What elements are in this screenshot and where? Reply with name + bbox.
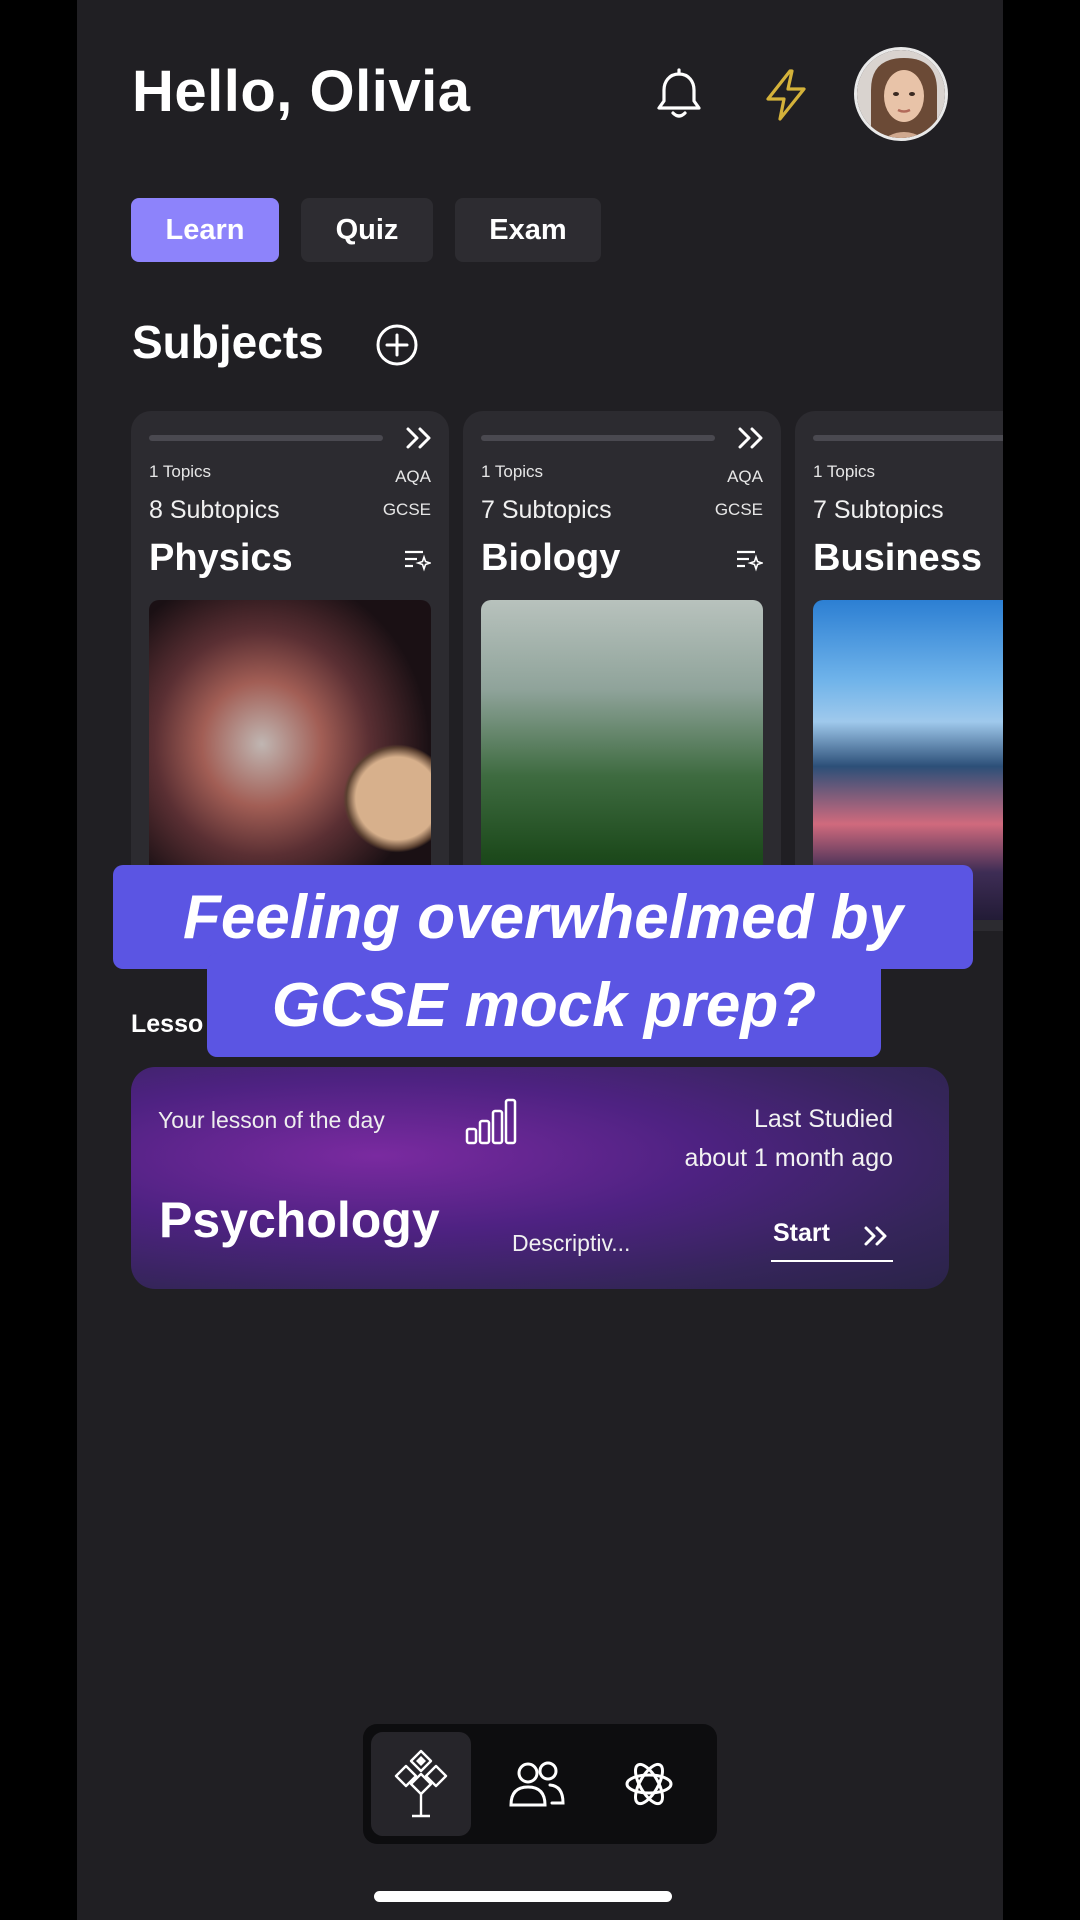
topics-count: 1 Topics bbox=[481, 462, 544, 481]
double-chevron-right-icon[interactable] bbox=[737, 425, 765, 451]
list-sparkle-icon[interactable] bbox=[735, 546, 763, 572]
add-subject-icon[interactable] bbox=[374, 322, 420, 368]
bottom-navigation bbox=[363, 1724, 717, 1844]
subject-name: Business bbox=[813, 537, 982, 579]
lesson-description: Descriptiv... bbox=[512, 1230, 631, 1256]
exam-level: GCSE bbox=[382, 500, 431, 519]
bell-icon[interactable] bbox=[654, 68, 704, 122]
difficulty-bars-icon bbox=[465, 1098, 517, 1145]
ai-knot-icon bbox=[625, 1762, 673, 1806]
double-chevron-right-icon bbox=[864, 1226, 887, 1246]
subject-name: Biology bbox=[481, 537, 621, 579]
tree-icon bbox=[394, 1749, 448, 1818]
subtopics-count: 7 Subtopics bbox=[813, 496, 944, 524]
subject-name: Physics bbox=[149, 537, 293, 579]
subtopics-count: 7 Subtopics bbox=[481, 496, 612, 524]
video-caption-overlay: Feeling overwhelmed by GCSE mock prep? bbox=[0, 865, 1080, 1057]
nav-learn[interactable] bbox=[371, 1732, 471, 1836]
list-sparkle-icon[interactable] bbox=[403, 546, 431, 572]
last-studied: Last Studied about 1 month ago bbox=[663, 1100, 894, 1178]
mode-tabs: Learn Quiz Exam bbox=[131, 198, 601, 262]
lesson-of-the-day-card[interactable]: Your lesson of the day Psychology Descri… bbox=[131, 1067, 949, 1289]
last-studied-value: about 1 month ago bbox=[684, 1144, 894, 1172]
progress-bar bbox=[481, 435, 715, 441]
people-icon bbox=[509, 1761, 565, 1807]
nav-community[interactable] bbox=[487, 1732, 587, 1836]
lesson-subtitle: Your lesson of the day bbox=[158, 1107, 385, 1133]
exam-board: AQA bbox=[395, 467, 431, 486]
tab-quiz[interactable]: Quiz bbox=[301, 198, 433, 262]
tab-exam[interactable]: Exam bbox=[455, 198, 601, 262]
caption-line-2: GCSE mock prep? bbox=[207, 953, 881, 1057]
progress-bar bbox=[149, 435, 383, 441]
subjects-heading: Subjects bbox=[132, 316, 324, 368]
topics-count: 1 Topics bbox=[813, 462, 876, 481]
home-indicator[interactable] bbox=[374, 1891, 672, 1902]
progress-bar bbox=[813, 435, 1003, 441]
profile-avatar[interactable] bbox=[854, 47, 948, 141]
start-lesson-button[interactable]: Start bbox=[771, 1216, 893, 1262]
double-chevron-right-icon[interactable] bbox=[405, 425, 433, 451]
nav-ai-tutor[interactable] bbox=[599, 1732, 699, 1836]
avatar-photo bbox=[857, 50, 945, 138]
topics-count: 1 Topics bbox=[149, 462, 212, 481]
greeting-title: Hello, Olivia bbox=[132, 59, 471, 124]
subject-card-physics[interactable]: 1 Topics AQA 8 Subtopics GCSE Physics bbox=[131, 411, 449, 931]
subjects-carousel[interactable]: 1 Topics AQA 8 Subtopics GCSE Physics 1 … bbox=[131, 411, 1003, 931]
lightning-icon[interactable] bbox=[760, 68, 812, 122]
tab-learn[interactable]: Learn bbox=[131, 198, 279, 262]
last-studied-label: Last Studied bbox=[754, 1105, 893, 1133]
subject-card-business[interactable]: 1 Topics 7 Subtopics Business bbox=[795, 411, 1003, 931]
start-label: Start bbox=[773, 1219, 830, 1247]
lesson-title: Psychology bbox=[159, 1192, 440, 1248]
exam-board: AQA bbox=[727, 467, 763, 486]
subject-card-biology[interactable]: 1 Topics AQA 7 Subtopics GCSE Biology bbox=[463, 411, 781, 931]
subtopics-count: 8 Subtopics bbox=[149, 496, 280, 524]
exam-level: GCSE bbox=[714, 500, 763, 519]
